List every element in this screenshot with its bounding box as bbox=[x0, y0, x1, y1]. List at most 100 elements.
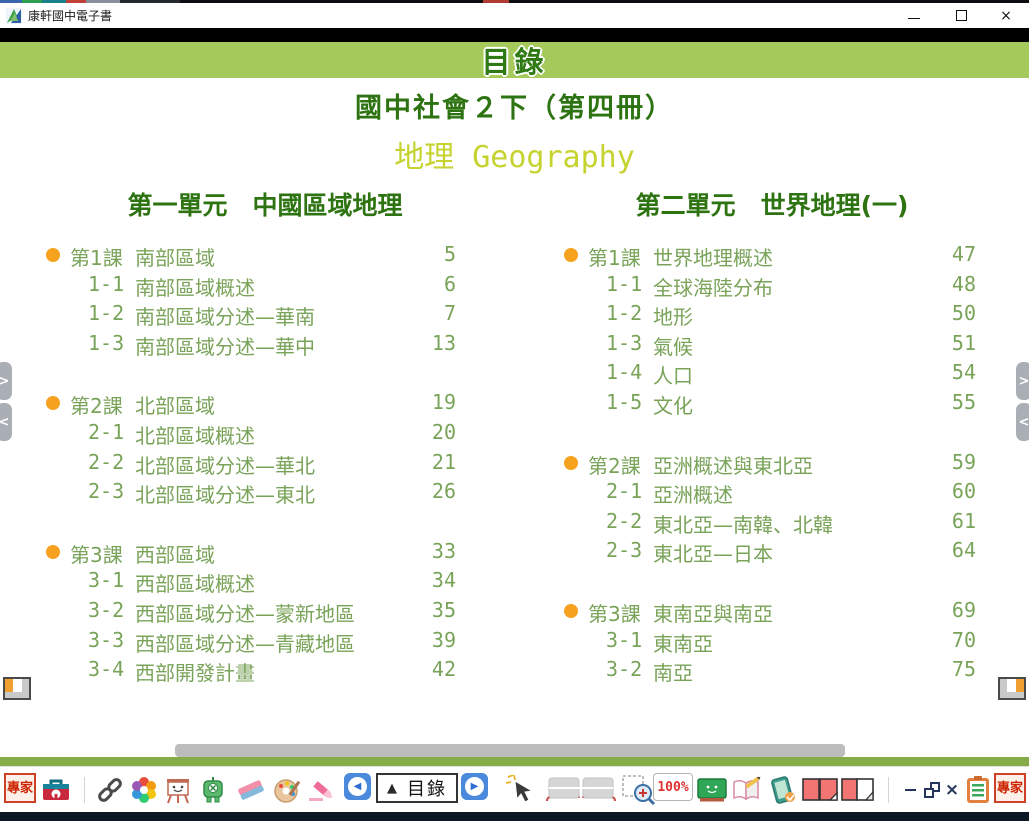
page-selector[interactable]: ▲ 目錄 bbox=[376, 773, 458, 803]
toc-section-row[interactable]: 1-4人口54 bbox=[558, 359, 978, 389]
page-corner-left-icon[interactable] bbox=[3, 677, 31, 700]
tablet-icon[interactable] bbox=[766, 773, 798, 807]
lesson-title: 南部區域 bbox=[135, 242, 215, 271]
toc-section-row[interactable]: 1-1全球海陸分布48 bbox=[558, 271, 978, 301]
lesson-label: 第3課 bbox=[588, 598, 641, 627]
toolbox-icon[interactable] bbox=[40, 773, 72, 807]
right-next-page-arrow[interactable]: > bbox=[1016, 362, 1029, 400]
toc-section-row[interactable]: 2-2東北亞—南韓、北韓61 bbox=[558, 508, 978, 538]
toc-lesson-row[interactable]: 第2課亞洲概述與東北亞59 bbox=[558, 449, 978, 479]
lesson-page-number: 59 bbox=[952, 450, 976, 474]
toc-section-row[interactable]: 1-3氣候51 bbox=[558, 330, 978, 360]
section-page-number: 50 bbox=[952, 301, 976, 325]
window-close-button[interactable]: × bbox=[991, 3, 1021, 28]
toc-section-row[interactable]: 2-1北部區域概述20 bbox=[40, 419, 458, 449]
section-page-number: 6 bbox=[444, 272, 456, 296]
lesson-bullet-icon bbox=[46, 545, 60, 559]
robot-icon[interactable] bbox=[198, 773, 228, 807]
book-title: 國中社會２下（第四冊） bbox=[0, 86, 1029, 125]
toolbar-close-button[interactable]: × bbox=[944, 773, 960, 807]
toc-section-row[interactable]: 1-2南部區域分述—華南7 bbox=[40, 300, 458, 330]
section-title: 西部區域概述 bbox=[135, 568, 255, 597]
clipboard-icon[interactable] bbox=[965, 773, 991, 807]
section-title: 西部區域分述—青藏地區 bbox=[135, 628, 355, 657]
toc-section-row[interactable]: 2-3東北亞—日本64 bbox=[558, 537, 978, 567]
expert-mode-button-left[interactable]: 專家 bbox=[4, 773, 36, 803]
toc-column-unit-1: 第1課南部區域51-1南部區域概述61-2南部區域分述—華南71-3南部區域分述… bbox=[40, 241, 458, 686]
section-number: 2-3 bbox=[606, 538, 642, 562]
toc-section-row[interactable]: 1-1南部區域概述6 bbox=[40, 271, 458, 301]
toc-section-row[interactable]: 2-1亞洲概述60 bbox=[558, 478, 978, 508]
toc-section-row[interactable]: 3-1西部區域概述34 bbox=[40, 567, 458, 597]
toolbar-divider bbox=[84, 777, 85, 803]
left-prev-page-arrow[interactable]: < bbox=[0, 403, 12, 441]
toc-section-row[interactable]: 3-2南亞75 bbox=[558, 656, 978, 686]
lesson-title: 北部區域 bbox=[135, 390, 215, 419]
flower-menu-icon[interactable] bbox=[129, 773, 159, 807]
section-number: 2-3 bbox=[88, 479, 124, 503]
toolbar-minimize-button[interactable] bbox=[901, 773, 919, 807]
toc-section-row[interactable]: 1-5文化55 bbox=[558, 389, 978, 419]
subject-title: 地理 Geography bbox=[0, 132, 1029, 176]
toc-section-row[interactable]: 3-1東南亞70 bbox=[558, 627, 978, 657]
section-page-number: 61 bbox=[952, 509, 976, 533]
prev-page-button[interactable]: ◀ bbox=[344, 773, 371, 800]
lesson-bullet-icon bbox=[46, 248, 60, 262]
highlighter-icon[interactable] bbox=[306, 773, 338, 807]
page-corner-right-icon[interactable] bbox=[998, 677, 1026, 700]
toc-section-row[interactable]: 1-2 地形 50 bbox=[558, 300, 978, 330]
chalkboard-icon[interactable] bbox=[696, 773, 728, 807]
toc-lesson-row[interactable]: 第1課世界地理概述47 bbox=[558, 241, 978, 271]
double-page-view-icon[interactable] bbox=[801, 773, 839, 807]
toc-section-row[interactable]: 3-4西部開發計畫42 bbox=[40, 656, 458, 686]
section-page-number: 54 bbox=[952, 360, 976, 384]
toc-lesson-row[interactable]: 第2課北部區域19 bbox=[40, 389, 458, 419]
toc-section-row[interactable]: 3-2西部區域分述—蒙新地區35 bbox=[40, 597, 458, 627]
pointer-icon[interactable] bbox=[505, 773, 539, 807]
section-page-number: 13 bbox=[432, 331, 456, 355]
lesson-page-number: 5 bbox=[444, 242, 456, 266]
section-title: 東北亞—南韓、北韓 bbox=[653, 509, 833, 538]
notebook-icon[interactable] bbox=[731, 773, 763, 807]
lesson-label: 第2課 bbox=[70, 390, 123, 419]
section-number: 3-4 bbox=[88, 657, 124, 681]
toc-lesson-row[interactable]: 第3課東南亞與南亞69 bbox=[558, 597, 978, 627]
prev-arrow-icon: ◀ bbox=[348, 777, 367, 796]
window-minimize-button[interactable] bbox=[899, 3, 929, 28]
toc-section-row[interactable]: 2-2北部區域分述—華北21 bbox=[40, 449, 458, 479]
right-prev-page-arrow[interactable]: < bbox=[1016, 403, 1029, 441]
eraser-icon[interactable] bbox=[235, 773, 267, 807]
section-page-number: 64 bbox=[952, 538, 976, 562]
dropdown-up-icon: ▲ bbox=[387, 781, 397, 796]
section-title: 南部區域分述—華南 bbox=[135, 301, 315, 330]
lesson-label: 第1課 bbox=[70, 242, 123, 271]
horizontal-scrollbar[interactable] bbox=[175, 744, 845, 757]
single-page-view-icon[interactable] bbox=[840, 773, 876, 807]
section-number: 1-2 bbox=[606, 301, 642, 325]
link-icon[interactable] bbox=[95, 773, 125, 807]
section-page-number: 75 bbox=[952, 657, 976, 681]
section-title: 地形 bbox=[653, 301, 693, 330]
toc-lesson-row[interactable]: 第3課西部區域33 bbox=[40, 538, 458, 568]
toolbar-restore-button[interactable] bbox=[923, 773, 941, 807]
section-title: 南部區域概述 bbox=[135, 272, 255, 301]
toc-lesson-row[interactable]: 第1課南部區域 5 bbox=[40, 241, 458, 271]
expert-mode-button-right[interactable]: 專家 bbox=[994, 773, 1026, 803]
easel-icon[interactable] bbox=[163, 773, 193, 807]
left-next-page-arrow[interactable]: > bbox=[0, 362, 12, 400]
zoom-select-icon[interactable] bbox=[621, 773, 657, 807]
lesson-bullet-icon bbox=[564, 604, 578, 618]
next-page-button[interactable]: ▶ bbox=[461, 773, 488, 800]
book-spread-icon[interactable] bbox=[544, 773, 618, 807]
toc-section-row[interactable]: 3-3西部區域分述—青藏地區39 bbox=[40, 627, 458, 657]
window-maximize-button[interactable] bbox=[946, 3, 976, 28]
palette-icon[interactable] bbox=[271, 773, 303, 807]
toc-group-spacer bbox=[40, 359, 458, 389]
section-number: 2-1 bbox=[88, 420, 124, 444]
section-title: 人口 bbox=[653, 360, 693, 389]
toc-section-row[interactable]: 1-3南部區域分述—華中13 bbox=[40, 330, 458, 360]
page-title: 目錄 bbox=[481, 39, 547, 81]
section-page-number: 48 bbox=[952, 272, 976, 296]
zoom-level[interactable]: 100% bbox=[653, 773, 693, 801]
toc-section-row[interactable]: 2-3北部區域分述—東北26 bbox=[40, 478, 458, 508]
